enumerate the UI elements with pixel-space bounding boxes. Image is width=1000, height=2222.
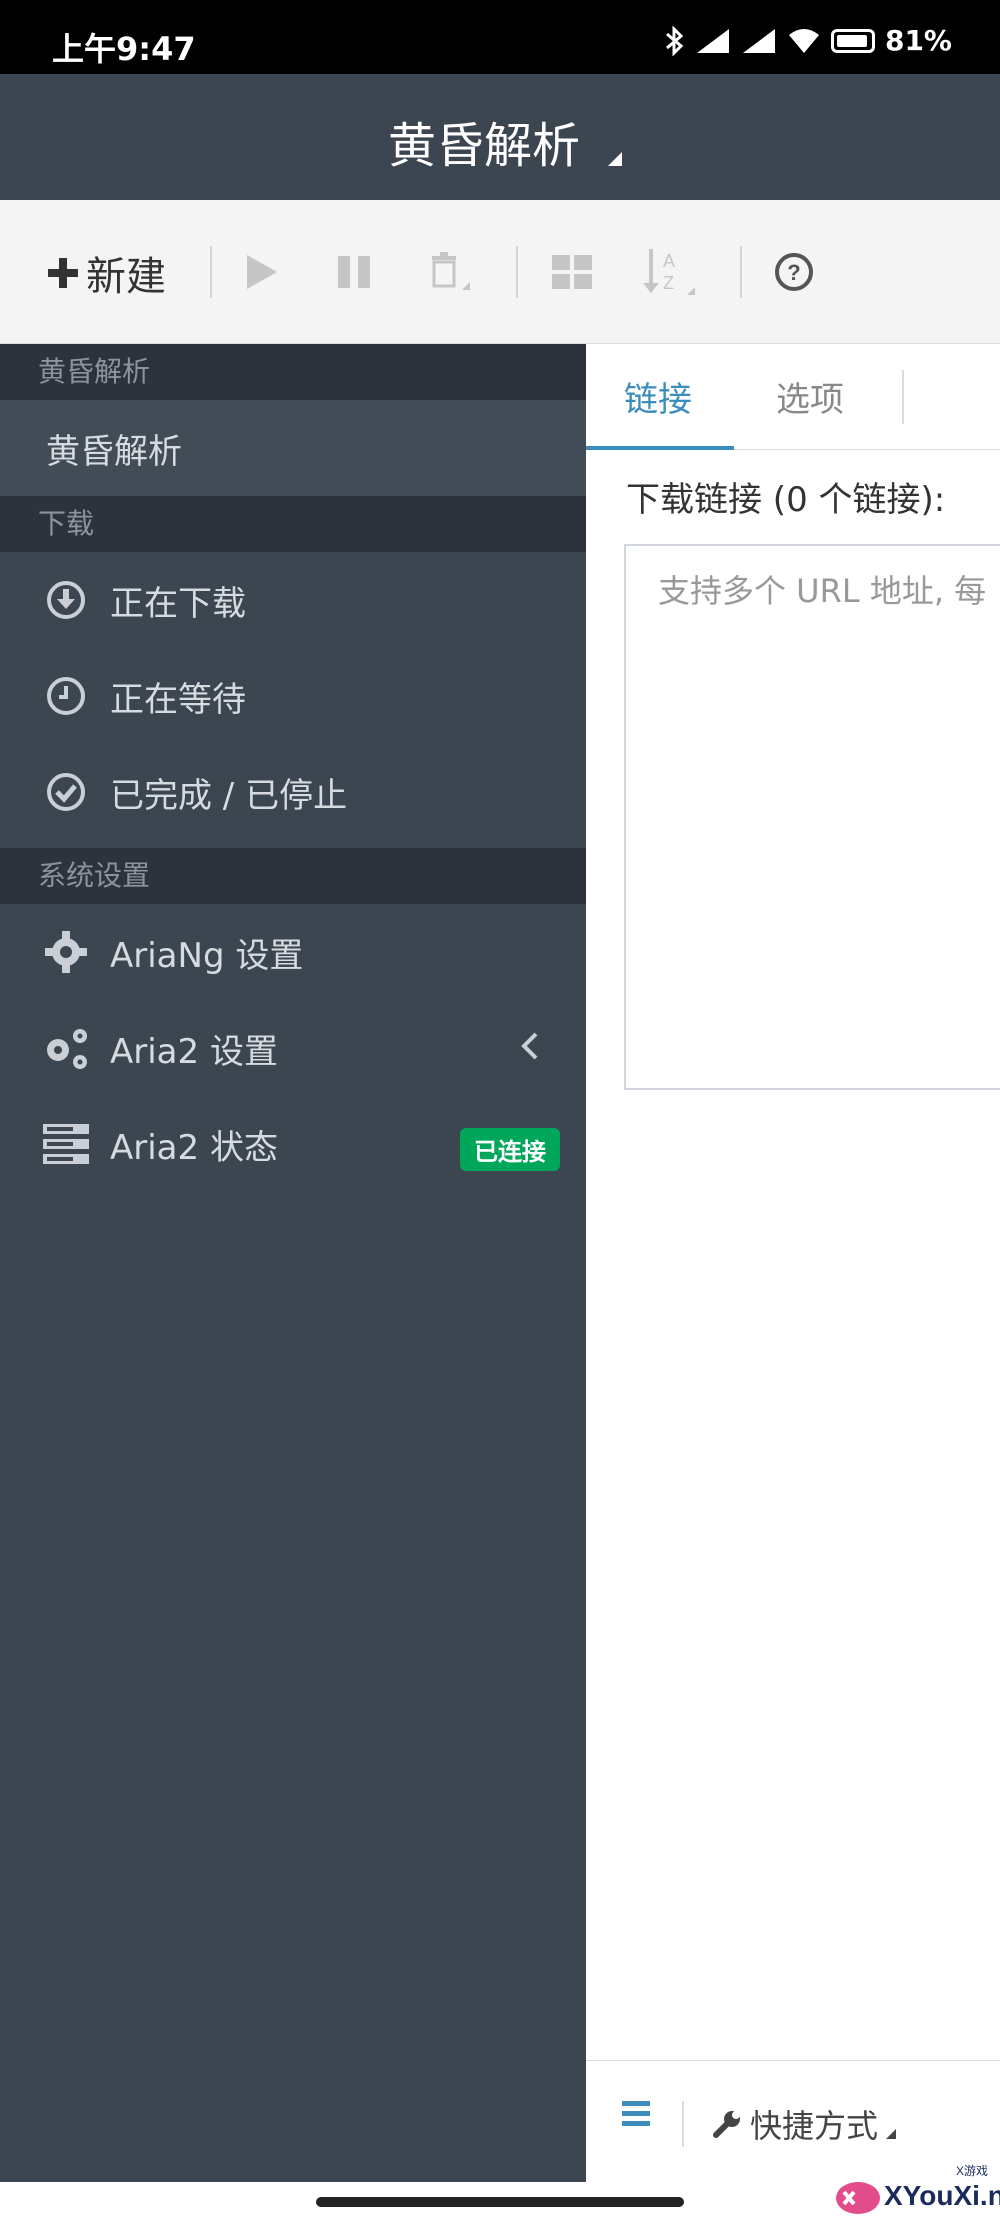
- delete-button[interactable]: [420, 244, 476, 300]
- tab-options[interactable]: 选项: [776, 372, 844, 421]
- bluetooth-icon: [665, 25, 684, 56]
- shortcut-button[interactable]: 快捷方式: [712, 2101, 897, 2147]
- active-tab-indicator: [586, 446, 734, 450]
- sidebar-item-huanghun[interactable]: 黄昏解析: [0, 400, 586, 496]
- status-badge: 已连接: [460, 1128, 560, 1171]
- select-all-button[interactable]: [544, 244, 600, 300]
- menu-icon[interactable]: [622, 2101, 650, 2127]
- status-bar: 上午9:47 81%: [0, 0, 1000, 74]
- sidebar-section-header: 系统设置: [0, 848, 586, 904]
- download-circle-icon: [42, 576, 90, 624]
- wifi-icon: [788, 28, 819, 53]
- svg-text:Z: Z: [663, 273, 674, 293]
- signal-icon: [742, 28, 775, 53]
- sidebar-item-ariang-settings[interactable]: AriaNg 设置: [0, 904, 586, 1000]
- toolbar-divider: [210, 246, 212, 298]
- tab-divider: [902, 370, 904, 424]
- dropdown-caret-icon[interactable]: [608, 152, 622, 166]
- new-task-label: 新建: [86, 254, 166, 300]
- chevron-left-icon[interactable]: [520, 1030, 540, 1062]
- plus-icon: [48, 258, 78, 288]
- sidebar-item-stopped[interactable]: 已完成 / 已停止: [0, 744, 586, 840]
- watermark-text: XYouXi.net: [884, 2180, 1000, 2211]
- home-indicator[interactable]: [316, 2197, 684, 2207]
- signal-icon: [696, 28, 729, 53]
- download-links-label: 下载链接 (0 个链接):: [626, 480, 946, 520]
- sidebar-item-label: 黄昏解析: [46, 431, 182, 472]
- sidebar: 黄昏解析 黄昏解析 下载 正在下载 正在等待 已完成 / 已停止 系统设置 Ar…: [0, 344, 586, 2182]
- tab-bar: 链接 选项: [586, 344, 1000, 450]
- gears-icon: [42, 1024, 90, 1072]
- watermark-small-text: X游戏: [956, 2164, 989, 2178]
- footer-divider: [682, 2101, 684, 2147]
- sidebar-item-label: AriaNg 设置: [110, 935, 304, 976]
- sidebar-item-downloading[interactable]: 正在下载: [0, 552, 586, 648]
- svg-text:?: ?: [787, 260, 800, 285]
- pause-icon: [338, 256, 370, 288]
- sidebar-item-label: 已完成 / 已停止: [110, 775, 348, 816]
- play-icon: [247, 255, 277, 289]
- sidebar-item-label: 正在下载: [110, 583, 246, 624]
- shortcut-label: 快捷方式: [750, 2107, 879, 2145]
- sort-az-icon: AZ: [643, 249, 695, 295]
- pause-button[interactable]: [326, 244, 382, 300]
- clock-icon: [42, 672, 90, 720]
- sort-button[interactable]: AZ: [642, 244, 698, 300]
- toolbar: 新建 AZ ?: [0, 200, 1000, 344]
- toolbar-divider: [740, 246, 742, 298]
- watermark-logo: X游戏 XYouXi.net: [830, 2160, 1000, 2222]
- help-button[interactable]: ?: [766, 244, 822, 300]
- grid-icon: [552, 255, 592, 289]
- tab-links[interactable]: 链接: [624, 372, 692, 421]
- battery-icon: [830, 28, 875, 53]
- sidebar-section-header: 黄昏解析: [0, 344, 586, 400]
- sidebar-item-label: Aria2 状态: [110, 1127, 278, 1168]
- sidebar-item-aria2-status[interactable]: Aria2 状态 已连接: [0, 1096, 586, 1192]
- server-icon: [42, 1120, 90, 1168]
- main-panel: 链接 选项 下载链接 (0 个链接): 支持多个 URL 地址, 每 快捷方式: [586, 344, 1000, 2182]
- gear-icon: [42, 928, 90, 976]
- toolbar-divider: [516, 246, 518, 298]
- sidebar-item-waiting[interactable]: 正在等待: [0, 648, 586, 744]
- status-time: 上午9:47: [52, 30, 196, 68]
- check-circle-icon: [42, 768, 90, 816]
- wrench-icon: [713, 2111, 740, 2138]
- sidebar-item-label: Aria2 设置: [110, 1031, 278, 1072]
- input-placeholder: 支持多个 URL 地址, 每: [658, 572, 987, 610]
- sidebar-item-label: 正在等待: [110, 679, 246, 720]
- download-links-input[interactable]: 支持多个 URL 地址, 每: [624, 544, 1000, 1090]
- status-icons: 81%: [663, 24, 952, 57]
- gamepad-icon: [836, 2182, 880, 2214]
- svg-text:A: A: [663, 251, 675, 271]
- battery-level: 81%: [884, 24, 952, 57]
- help-icon: ?: [775, 253, 813, 291]
- page-title[interactable]: 黄昏解析: [0, 106, 968, 176]
- trash-icon: [432, 252, 470, 290]
- app-header: 黄昏解析: [0, 74, 1000, 200]
- new-task-button[interactable]: 新建: [48, 244, 166, 302]
- sidebar-section-header: 下载: [0, 496, 586, 552]
- sidebar-item-aria2-settings[interactable]: Aria2 设置: [0, 1000, 586, 1096]
- dropdown-caret-icon: [886, 2129, 897, 2139]
- start-button[interactable]: [234, 244, 290, 300]
